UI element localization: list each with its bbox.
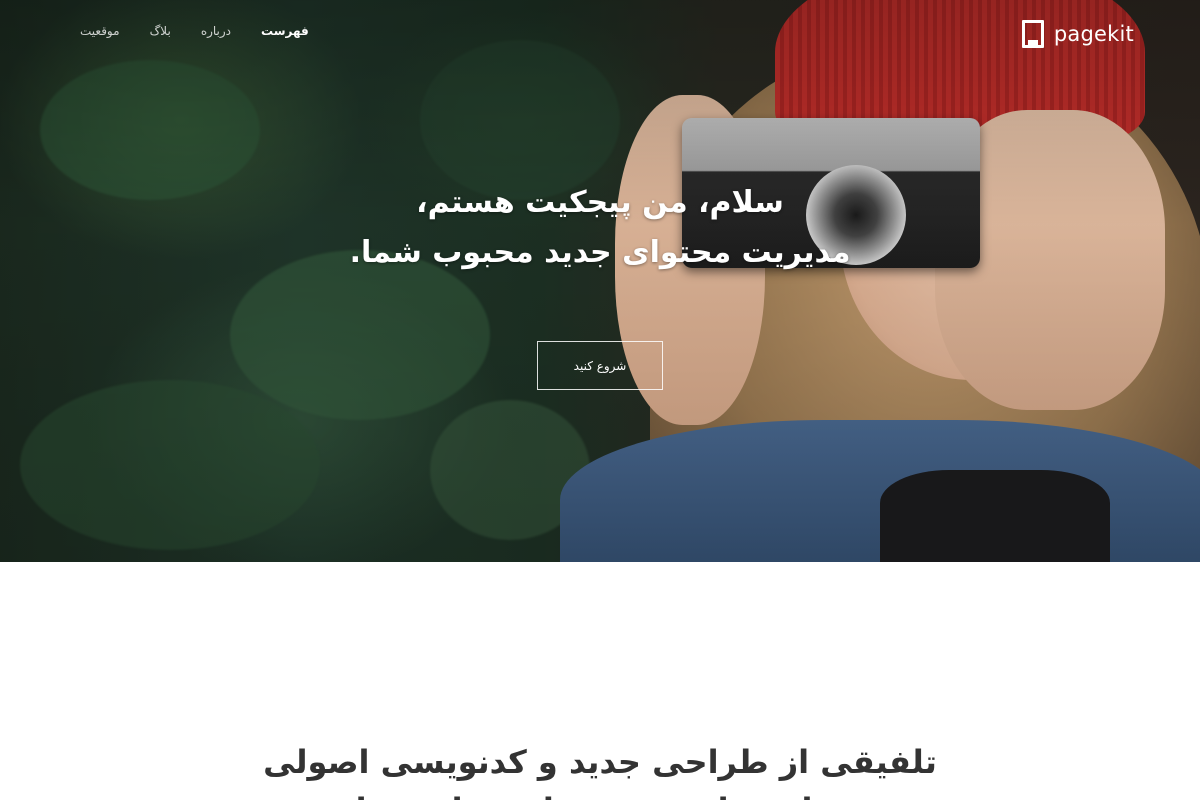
menu-item-home[interactable]: فهرست [261,24,309,38]
hero-title-line: مدیریت محتوای جدید محبوب شما. [349,235,851,270]
hero-overlay [0,0,1200,562]
section-title-line: تلفیقی از طراحی جدید و کدنویسی اصولی [263,743,937,781]
section-title: تلفیقی از طراحی جدید و کدنویسی اصولی برا… [0,738,1200,800]
intro-section: تلفیقی از طراحی جدید و کدنویسی اصولی برا… [0,562,1200,800]
hero-title-line: سلام، من پیجکیت هستم، [416,185,784,220]
main-menu: فهرست درباره بلاگ موقعیت [80,24,309,38]
menu-item-blog[interactable]: بلاگ [150,24,171,38]
section-title-line: برای ساخت وب سایت های زیبا [0,786,1200,800]
hero-title: سلام، من پیجکیت هستم، مدیریت محتوای جدید… [0,178,1200,278]
menu-item-about[interactable]: درباره [201,24,231,38]
menu-item-location[interactable]: موقعیت [80,24,120,38]
pagekit-logo-icon [1021,20,1044,48]
hero-banner: pagekit فهرست درباره بلاگ موقعیت سلام، م… [0,0,1200,562]
top-navbar: pagekit فهرست درباره بلاگ موقعیت [0,0,1200,70]
logo-text: pagekit [1053,22,1134,46]
logo-link[interactable]: pagekit [1021,20,1134,48]
get-started-button[interactable]: شروع کنید [537,341,663,390]
